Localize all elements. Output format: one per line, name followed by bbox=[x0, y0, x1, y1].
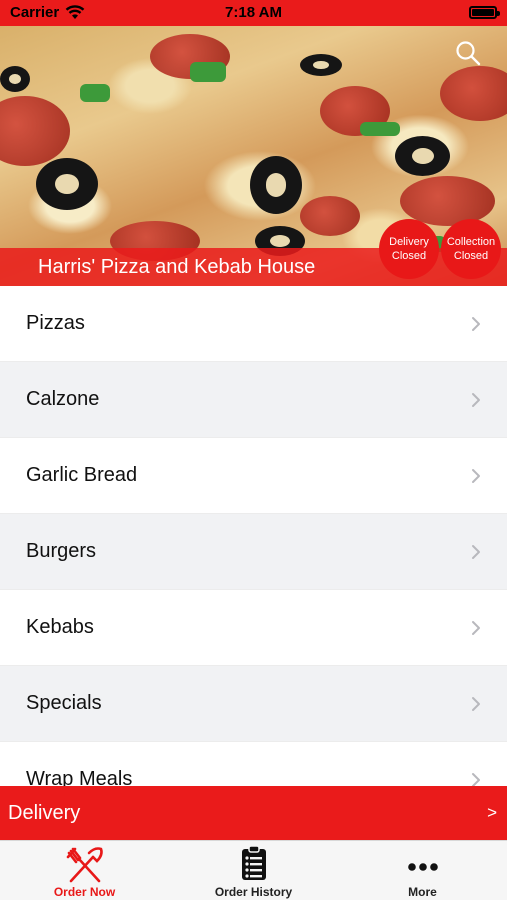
tab-label: Order History bbox=[214, 885, 293, 899]
restaurant-name: Harris' Pizza and Kebab House bbox=[38, 256, 316, 278]
delivery-bar[interactable]: Delivery > bbox=[0, 786, 507, 840]
hero-banner: Harris' Pizza and Kebab House Delivery C… bbox=[0, 26, 507, 286]
tab-bar: Order Now Order History More bbox=[0, 840, 507, 900]
collection-status-badge: Collection Closed bbox=[441, 219, 501, 279]
delivery-status-value: Closed bbox=[391, 250, 427, 262]
chevron-right-icon bbox=[472, 620, 480, 635]
collection-status-label: Collection bbox=[446, 236, 496, 248]
status-time: 7:18 AM bbox=[225, 4, 282, 21]
category-label: Burgers bbox=[26, 540, 97, 562]
category-label: Garlic Bread bbox=[26, 464, 138, 486]
category-label: Wrap Meals bbox=[26, 768, 133, 786]
delivery-status-badge: Delivery Closed bbox=[379, 219, 439, 279]
collection-status-value: Closed bbox=[453, 250, 489, 262]
chevron-right-icon bbox=[472, 544, 480, 559]
category-list[interactable]: Pizzas Calzone Garlic Bread Burgers Keba… bbox=[0, 286, 507, 786]
category-item-garlic-bread[interactable]: Garlic Bread bbox=[0, 438, 507, 514]
delivery-status-label: Delivery bbox=[389, 236, 429, 248]
chevron-right-icon bbox=[472, 392, 480, 407]
chevron-right-icon bbox=[472, 316, 480, 331]
clipboard-icon bbox=[241, 845, 266, 880]
status-bar: Carrier 7:18 AM bbox=[0, 0, 507, 26]
delivery-arrow-icon: > bbox=[487, 803, 497, 822]
more-dots-icon bbox=[407, 863, 438, 871]
tab-more[interactable]: More bbox=[338, 841, 507, 900]
category-item-specials[interactable]: Specials bbox=[0, 666, 507, 742]
category-label: Kebabs bbox=[26, 616, 94, 638]
category-item-kebabs[interactable]: Kebabs bbox=[0, 590, 507, 666]
delivery-label: Delivery bbox=[8, 801, 81, 824]
battery-icon bbox=[469, 6, 500, 19]
search-icon[interactable] bbox=[455, 40, 481, 66]
chevron-right-icon bbox=[472, 468, 480, 483]
tab-order-history[interactable]: Order History bbox=[169, 841, 338, 900]
category-item-wrap-meals[interactable]: Wrap Meals bbox=[0, 742, 507, 786]
category-label: Specials bbox=[26, 692, 102, 714]
tab-order-now[interactable]: Order Now bbox=[0, 841, 169, 900]
category-label: Calzone bbox=[26, 388, 100, 410]
category-item-calzone[interactable]: Calzone bbox=[0, 362, 507, 438]
chevron-right-icon bbox=[472, 696, 480, 711]
fork-knife-icon bbox=[66, 847, 103, 883]
category-item-burgers[interactable]: Burgers bbox=[0, 514, 507, 590]
category-label: Pizzas bbox=[26, 312, 85, 334]
chevron-right-icon bbox=[472, 772, 480, 786]
tab-label: Order Now bbox=[53, 885, 116, 899]
pizza-image bbox=[0, 96, 70, 166]
category-item-pizzas[interactable]: Pizzas bbox=[0, 286, 507, 362]
tab-label: More bbox=[408, 885, 437, 899]
